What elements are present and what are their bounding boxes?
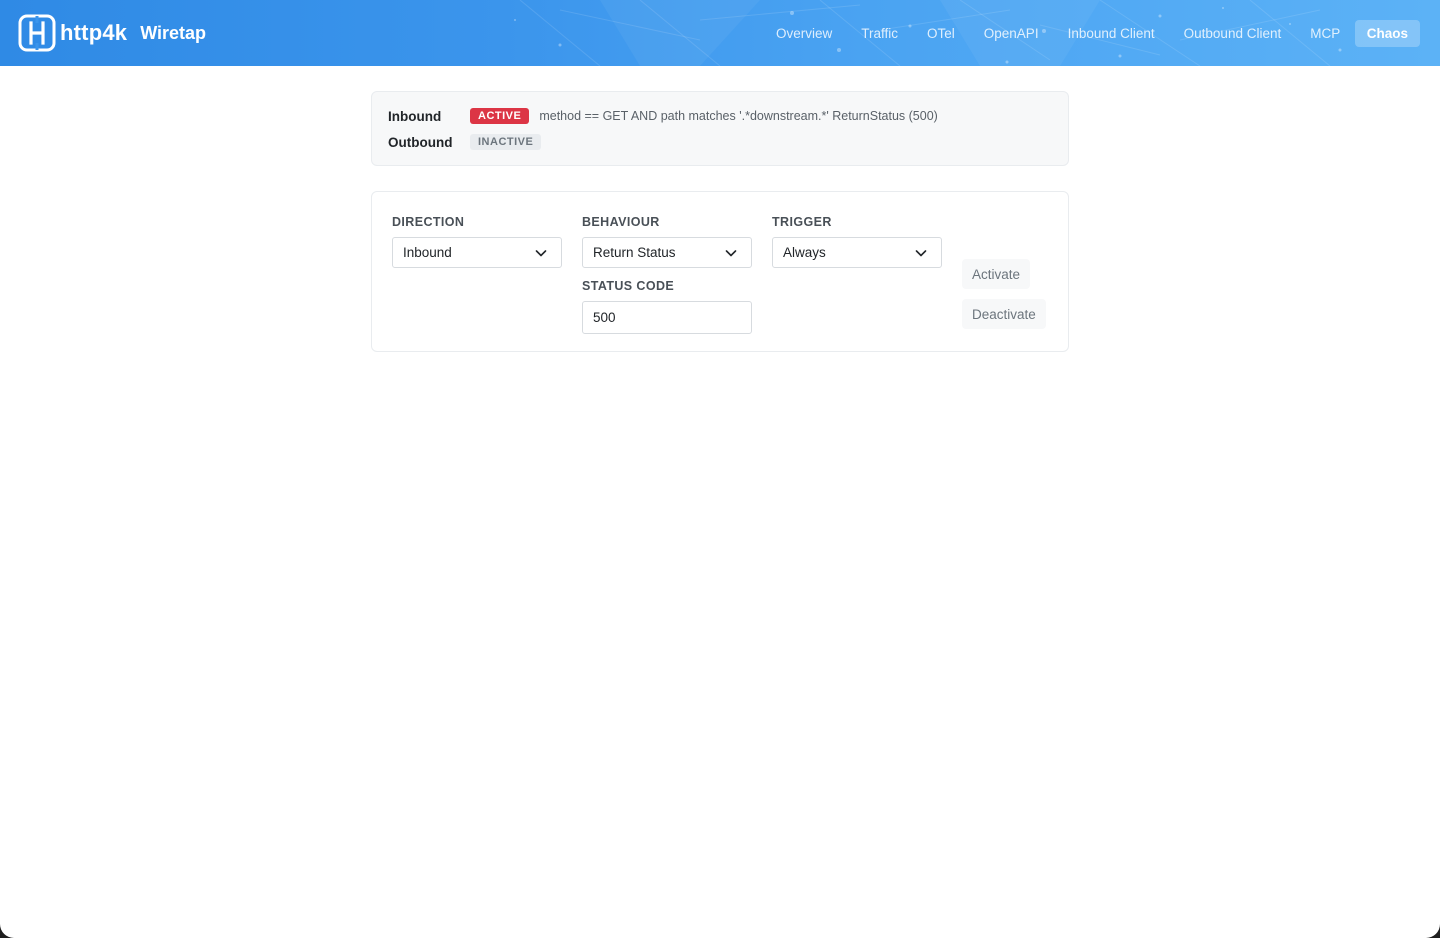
nav-outbound-client[interactable]: Outbound Client	[1169, 20, 1296, 47]
behaviour-select-value: Return Status	[593, 245, 676, 260]
nav-traffic[interactable]: Traffic	[847, 20, 913, 47]
nav-mcp[interactable]: MCP	[1296, 20, 1355, 47]
trigger-select-value: Always	[783, 245, 826, 260]
activate-button[interactable]: Activate	[962, 259, 1031, 289]
nav-chaos[interactable]: Chaos	[1354, 20, 1420, 47]
direction-select[interactable]: Inbound	[392, 237, 562, 268]
top-navbar: http4k Wiretap Overview Traffic OTel Ope…	[0, 0, 1440, 66]
status-row-outbound: Outbound INACTIVE	[388, 134, 542, 150]
status-direction-label: Inbound	[388, 108, 442, 124]
status-badge-active: ACTIVE	[470, 108, 530, 124]
nav-otel[interactable]: OTel	[913, 20, 970, 47]
chaos-config-form: DIRECTION Inbound BEHAVIOUR Return Statu…	[371, 191, 1069, 352]
brand[interactable]: http4k Wiretap	[18, 14, 206, 52]
chevron-down-icon	[535, 249, 547, 256]
trigger-select[interactable]: Always	[772, 237, 942, 268]
deactivate-button[interactable]: Deactivate	[962, 299, 1046, 329]
brand-subtitle: Wiretap	[140, 22, 207, 43]
direction-select-value: Inbound	[403, 245, 452, 260]
chevron-down-icon	[725, 249, 737, 256]
trigger-label: TRIGGER	[772, 215, 832, 229]
behaviour-select[interactable]: Return Status	[582, 237, 752, 268]
status-rule-description: method == GET AND path matches '.*downst…	[539, 109, 938, 123]
chaos-status-card: Inbound ACTIVE method == GET AND path ma…	[371, 91, 1069, 166]
status-code-input[interactable]: 500	[582, 301, 752, 334]
status-code-field: STATUS CODE 500	[582, 279, 752, 334]
status-badge-inactive: INACTIVE	[470, 134, 542, 150]
brand-name: http4k	[60, 20, 128, 45]
behaviour-label: BEHAVIOUR	[582, 215, 660, 229]
nav-openapi[interactable]: OpenAPI	[969, 20, 1053, 47]
status-code-label: STATUS CODE	[582, 279, 675, 293]
page: http4k Wiretap Overview Traffic OTel Ope…	[0, 0, 1440, 938]
status-row-inbound: Inbound ACTIVE method == GET AND path ma…	[388, 108, 938, 124]
behaviour-field: BEHAVIOUR Return Status	[582, 215, 752, 268]
status-direction-label: Outbound	[388, 134, 453, 150]
http4k-logo-icon	[18, 14, 56, 52]
status-code-value: 500	[593, 310, 616, 325]
trigger-field: TRIGGER Always	[772, 215, 942, 268]
nav-overview[interactable]: Overview	[761, 20, 846, 47]
direction-label: DIRECTION	[392, 215, 465, 229]
main-nav: Overview Traffic OTel OpenAPI Inbound Cl…	[761, 20, 1420, 47]
direction-field: DIRECTION Inbound	[392, 215, 562, 268]
nav-inbound-client[interactable]: Inbound Client	[1053, 20, 1169, 47]
chevron-down-icon	[915, 249, 927, 256]
